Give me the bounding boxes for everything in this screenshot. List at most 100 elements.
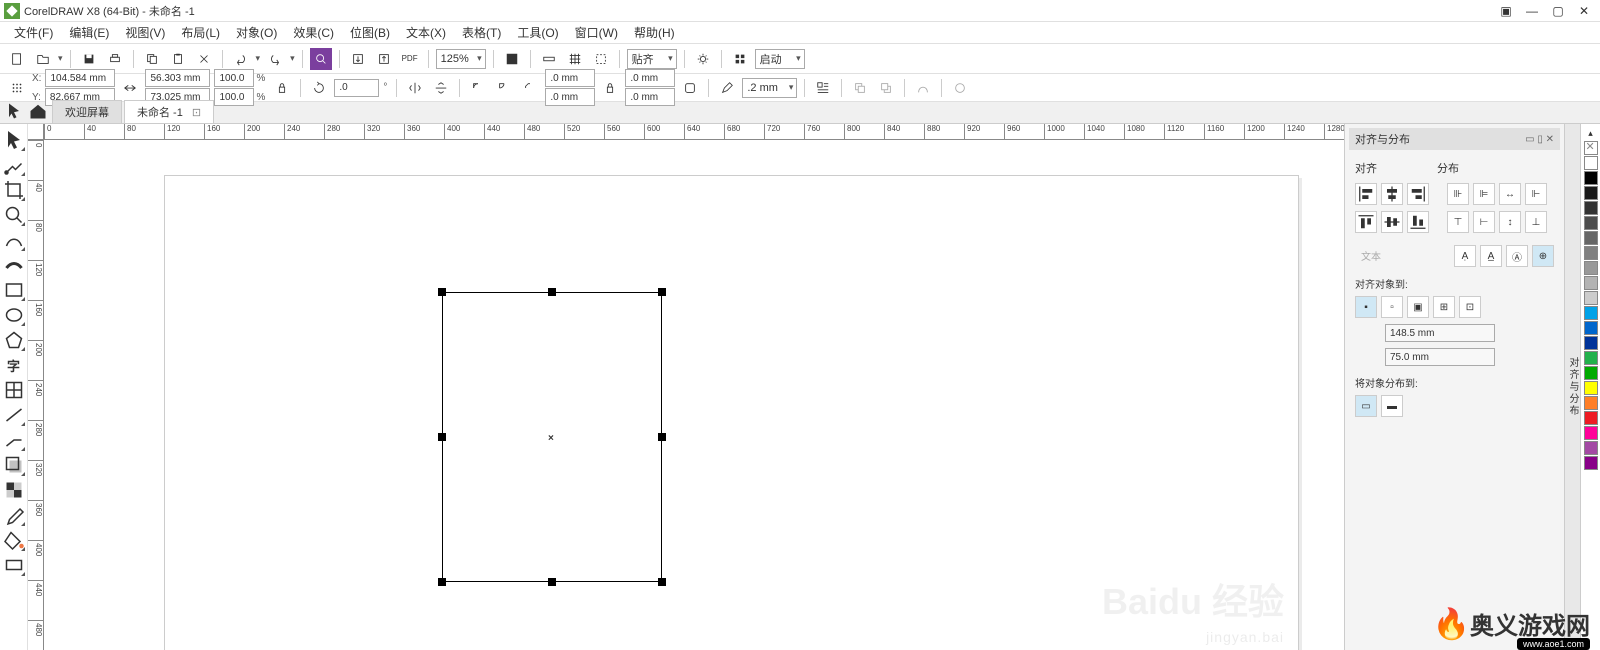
text-baseline-button[interactable]: Ạ [1454, 245, 1476, 267]
pdf-button[interactable]: PDF [399, 48, 421, 70]
scale-x-field[interactable]: 100.0 [214, 69, 254, 87]
to-front-button[interactable] [849, 77, 871, 99]
swatch[interactable] [1584, 171, 1598, 185]
outline-width-select[interactable]: .2 mm [742, 78, 797, 98]
rotation-field[interactable]: .0 [334, 79, 379, 97]
dist-bottom-button[interactable]: ⊥ [1525, 211, 1547, 233]
corner-chamfer-button[interactable] [519, 77, 541, 99]
text-first-line-button[interactable]: A̲ [1480, 245, 1502, 267]
redo-button[interactable] [264, 48, 286, 70]
menu-window[interactable]: 窗口(W) [567, 22, 626, 43]
handle-middle-left[interactable] [438, 433, 446, 441]
dist-center-v-button[interactable]: ⊢ [1473, 211, 1495, 233]
paste-button[interactable] [167, 48, 189, 70]
close-button[interactable]: ✕ [1574, 3, 1594, 19]
tool-artistic[interactable] [2, 253, 26, 277]
relative-corner-button[interactable] [679, 77, 701, 99]
tool-outline[interactable] [2, 553, 26, 577]
new-button[interactable] [6, 48, 28, 70]
swatch[interactable] [1584, 456, 1598, 470]
width-field[interactable]: 56.303 mm [145, 69, 210, 87]
swatch-none[interactable]: ✕ [1584, 141, 1598, 155]
vertical-ruler[interactable]: 04080120160200240280320360400440480 [28, 140, 44, 650]
mirror-h-button[interactable] [404, 77, 426, 99]
redo-dropdown-icon[interactable]: ▾ [290, 53, 295, 64]
corner-tr-field[interactable]: .0 mm [625, 69, 675, 87]
tool-crop[interactable] [2, 178, 26, 202]
docker-controls[interactable]: ▭ ▯ ✕ [1525, 134, 1554, 145]
tab-close-icon[interactable]: ⊡ [192, 107, 201, 119]
menu-help[interactable]: 帮助(H) [626, 22, 683, 43]
tab-home-icon[interactable] [28, 101, 48, 121]
zoom-select[interactable]: 125% [436, 49, 486, 69]
swatch[interactable] [1584, 186, 1598, 200]
dist-spacing-h-button[interactable]: ↔ [1499, 183, 1521, 205]
lock-ratio-button[interactable] [271, 77, 293, 99]
swatch[interactable] [1584, 426, 1598, 440]
handle-middle-right[interactable] [658, 433, 666, 441]
dist-top-button[interactable]: ⊤ [1447, 211, 1469, 233]
print-button[interactable] [104, 48, 126, 70]
align-top-button[interactable] [1355, 211, 1377, 233]
tool-freehand[interactable] [2, 228, 26, 252]
tool-eyedropper[interactable] [2, 503, 26, 527]
align-to-page-edge-button[interactable]: ▫ [1381, 296, 1403, 318]
tool-transparency[interactable] [2, 478, 26, 502]
convert-curve-button[interactable] [912, 77, 934, 99]
tool-fill[interactable] [2, 528, 26, 552]
corner-bl-field[interactable]: .0 mm [545, 88, 595, 106]
palette-up-icon[interactable]: ▴ [1588, 128, 1593, 139]
save-button[interactable] [78, 48, 100, 70]
wrap-text-button[interactable] [812, 77, 834, 99]
swatch[interactable] [1584, 201, 1598, 215]
dist-left-button[interactable]: ⊪ [1447, 183, 1469, 205]
swatch[interactable] [1584, 351, 1598, 365]
align-to-grid-button[interactable]: ⊞ [1433, 296, 1455, 318]
mirror-v-button[interactable] [430, 77, 452, 99]
export-button[interactable] [373, 48, 395, 70]
help-toggle-icon[interactable]: ▣ [1496, 3, 1516, 19]
import-button[interactable] [347, 48, 369, 70]
align-y-field[interactable]: 75.0 mm [1385, 348, 1495, 366]
handle-top-right[interactable] [658, 288, 666, 296]
minimize-button[interactable]: — [1522, 3, 1542, 19]
scale-y-field[interactable]: 100.0 [214, 88, 254, 106]
app-launcher-icon[interactable] [729, 48, 751, 70]
fullscreen-button[interactable] [501, 48, 523, 70]
canvas-background[interactable]: × Baidu 经验 jingyan.bai [44, 140, 1344, 650]
tool-connector[interactable] [2, 428, 26, 452]
lock-corners-button[interactable] [599, 77, 621, 99]
search-button[interactable] [310, 48, 332, 70]
tool-polygon[interactable] [2, 328, 26, 352]
swatch[interactable] [1584, 291, 1598, 305]
dist-right-button[interactable]: ⊩ [1525, 183, 1547, 205]
swatch[interactable] [1584, 336, 1598, 350]
tab-document[interactable]: 未命名 -1 ⊡ [124, 100, 214, 123]
tool-pick[interactable] [2, 128, 26, 152]
tool-ellipse[interactable] [2, 303, 26, 327]
dist-center-h-button[interactable]: ⊫ [1473, 183, 1495, 205]
corner-scallop-button[interactable] [493, 77, 515, 99]
swatch[interactable] [1584, 396, 1598, 410]
align-left-button[interactable] [1355, 183, 1377, 205]
swatch[interactable] [1584, 381, 1598, 395]
swatch[interactable] [1584, 441, 1598, 455]
x-field[interactable]: 104.584 mm [45, 69, 115, 87]
handle-top-left[interactable] [438, 288, 446, 296]
open-button[interactable] [32, 48, 54, 70]
swatch[interactable] [1584, 306, 1598, 320]
swatch[interactable] [1584, 156, 1598, 170]
swatch[interactable] [1584, 276, 1598, 290]
guides-button[interactable] [590, 48, 612, 70]
dist-spacing-v-button[interactable]: ↕ [1499, 211, 1521, 233]
dist-to-selection-button[interactable]: ▭ [1355, 395, 1377, 417]
grid-button[interactable] [564, 48, 586, 70]
tool-shape[interactable] [2, 153, 26, 177]
dropdown-icon[interactable]: ▾ [58, 53, 63, 64]
copy-button[interactable] [141, 48, 163, 70]
align-x-field[interactable]: 148.5 mm [1385, 324, 1495, 342]
align-to-point-button[interactable]: ⊡ [1459, 296, 1481, 318]
menu-tools[interactable]: 工具(O) [509, 22, 566, 43]
center-marker-icon[interactable]: × [548, 433, 554, 444]
docker-tab[interactable]: 对齐与分布 [1564, 124, 1580, 650]
